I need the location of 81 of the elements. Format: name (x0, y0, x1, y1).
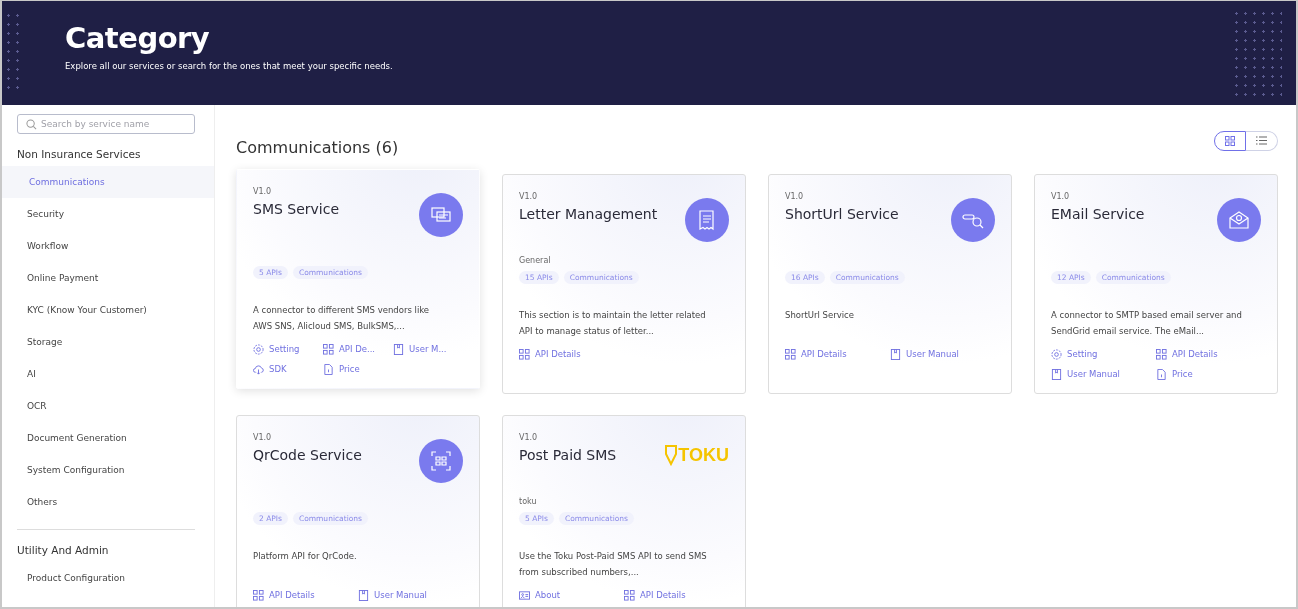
card-link[interactable]: Setting (1051, 346, 1156, 362)
card-link[interactable]: API Details (253, 587, 358, 603)
sidebar-item[interactable]: OCR (2, 390, 214, 422)
grid-icon (253, 589, 264, 601)
id-card-icon (519, 589, 530, 601)
card-link[interactable]: SDK (253, 361, 323, 377)
grid-icon (785, 348, 796, 360)
cloud-download-icon (253, 363, 264, 375)
section-heading: Communications (6) (236, 137, 399, 157)
version-label: V1.0 (1051, 192, 1071, 201)
service-title: EMail Service (1051, 206, 1145, 222)
list-view-button[interactable] (1246, 130, 1278, 151)
card-link[interactable]: About (519, 587, 624, 603)
sidebar-section-title: Utility And Admin (17, 544, 110, 556)
grid-icon (519, 348, 530, 360)
provider-label: toku (519, 497, 538, 508)
sidebar-item[interactable]: Workflow (2, 230, 214, 262)
service-description: Platform API for QrCode. (253, 550, 358, 563)
version-label: V1.0 (519, 433, 539, 442)
version-label: V1.0 (253, 433, 273, 442)
grid-icon (323, 343, 334, 355)
grid-icon (1225, 135, 1235, 146)
sidebar-item[interactable]: Product Configuration (2, 562, 214, 594)
service-title: QrCode Service (253, 447, 362, 463)
brand-logo: TOKU (665, 444, 729, 466)
service-description: This section is to maintain the letter related API to manage status of letter... (519, 309, 707, 338)
sidebar-item[interactable]: Communications (2, 166, 214, 198)
service-title: SMS Service (253, 201, 340, 217)
sidebar-item[interactable]: KYC (Know Your Customer) (2, 294, 214, 326)
version-label: V1.0 (785, 192, 805, 201)
service-description: A connector to different SMS vendors like AWS SNS, Alicloud SMS, BulkSMS,... (253, 304, 431, 333)
card-link[interactable]: Setting (253, 341, 323, 357)
document-icon (1156, 368, 1167, 380)
service-title: Post Paid SMS (519, 447, 617, 463)
sidebar-item[interactable]: AI (2, 358, 214, 390)
service-title: ShortUrl Service (785, 206, 899, 222)
search-icon (26, 119, 37, 130)
sidebar-item[interactable]: Security (2, 198, 214, 230)
sidebar-item[interactable]: System Configuration (2, 454, 214, 486)
book-icon (358, 589, 369, 601)
service-description: A connector to SMTP based email server and SendGrid email service. The eMail... (1051, 309, 1243, 338)
qr-code-icon (419, 439, 463, 483)
grid-view-button[interactable] (1214, 130, 1246, 151)
chat-bubbles-icon (419, 193, 463, 237)
version-label: V1.0 (253, 187, 273, 196)
card-link[interactable]: User M... (393, 341, 463, 357)
card-link[interactable]: Price (1156, 366, 1261, 382)
receipt-icon (685, 198, 729, 242)
link-search-icon (951, 198, 995, 242)
card-link[interactable]: User Manual (890, 346, 995, 362)
card-link[interactable]: API Details (624, 587, 729, 603)
card-link[interactable]: API De... (323, 341, 393, 357)
card-link[interactable]: API Details (785, 346, 890, 362)
card-link[interactable]: Price (323, 361, 393, 377)
search-field[interactable]: Search by service name (17, 114, 195, 134)
book-icon (1051, 368, 1062, 380)
service-description: Use the Toku Post-Paid SMS API to send SMS from subscribed numbers,... (519, 550, 708, 579)
sidebar-item[interactable]: Document Generation (2, 422, 214, 454)
gear-icon (253, 343, 264, 355)
page-subtitle: Explore all our services or search for the ones that meet your specific needs. (65, 61, 394, 71)
sidebar-section-title: Non Insurance Services (17, 148, 142, 160)
card-link[interactable]: User Manual (358, 587, 463, 603)
card-link[interactable]: API Details (519, 346, 624, 362)
card-link[interactable]: User Manual (1051, 366, 1156, 382)
version-label: V1.0 (519, 192, 539, 201)
sidebar-item[interactable]: Storage (2, 326, 214, 358)
list-icon (1256, 136, 1267, 145)
grid-icon (1156, 348, 1167, 360)
page-title: Category (65, 21, 211, 55)
card-link[interactable]: API Details (1156, 346, 1261, 362)
envelope-icon (1217, 198, 1261, 242)
book-icon (890, 348, 901, 360)
service-description: ShortUrl Service (785, 309, 855, 322)
grid-icon (624, 589, 635, 601)
gear-icon (1051, 348, 1062, 360)
provider-label: General (519, 256, 552, 267)
book-icon (393, 343, 404, 355)
service-title: Letter Management (519, 206, 658, 222)
document-icon (323, 363, 334, 375)
sidebar-item[interactable]: Online Payment (2, 262, 214, 294)
sidebar-item[interactable]: Others (2, 486, 214, 518)
